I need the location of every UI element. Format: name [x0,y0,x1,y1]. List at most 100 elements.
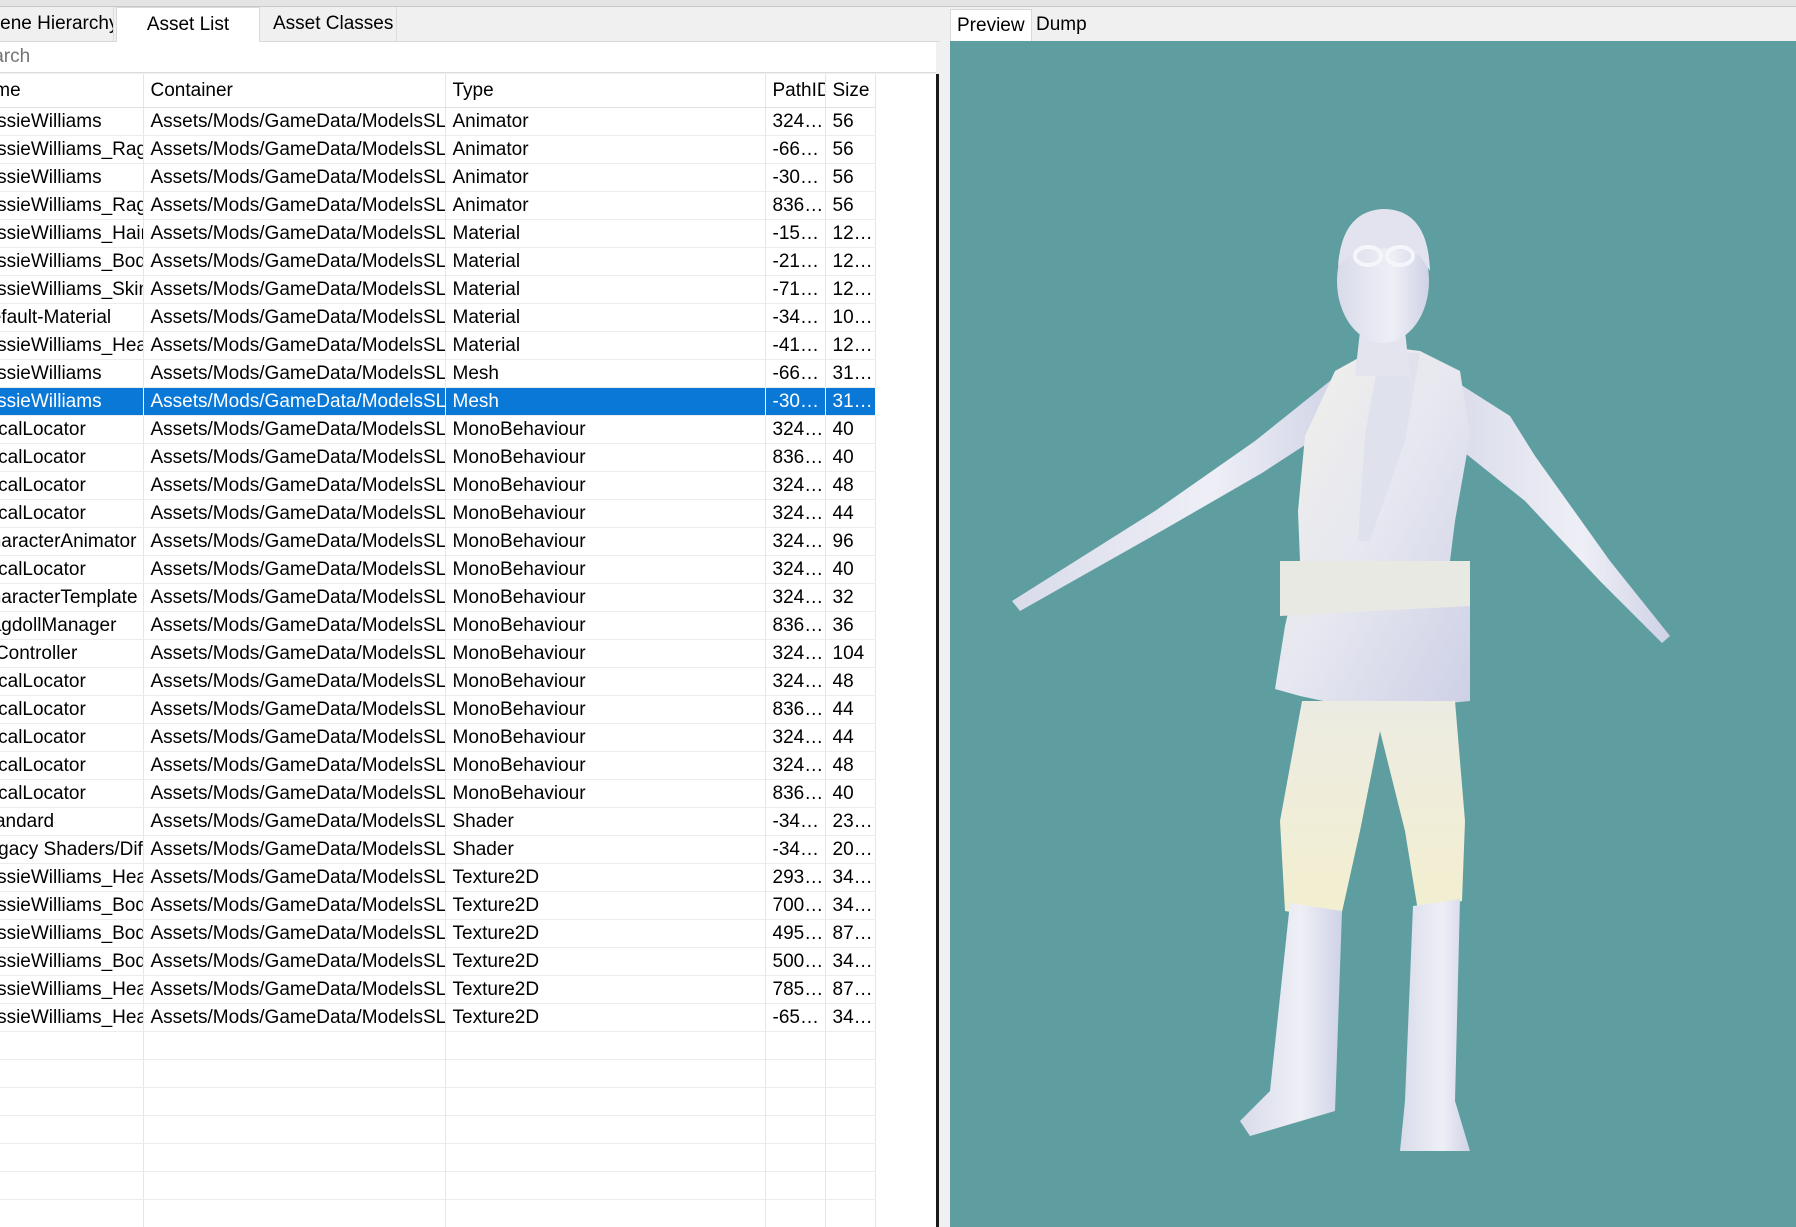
cell-name: CharacterTemplate [0,583,144,612]
table-row[interactable]: LocalLocatorAssets/Mods/GameData/ModelsS… [0,499,876,528]
cell-path-id: 324… [765,583,826,612]
table-row[interactable]: CharacterTemplateAssets/Mods/GameData/Mo… [0,583,876,612]
tab-preview[interactable]: Preview [950,9,1032,41]
table-row[interactable]: JessieWilliamsAssets/Mods/GameData/Model… [0,387,876,416]
empty-cell [765,1199,826,1227]
cell-container: Assets/Mods/GameData/ModelsSLOD [143,863,446,892]
cell-size: 48 [825,471,876,500]
table-row[interactable]: JessieWilliams_BodyAssets/Mods/GameData/… [0,919,876,948]
cell-type: MonoBehaviour [445,723,766,752]
cell-name: CharacterAnimator [0,527,144,556]
cell-path-id: -30… [765,163,826,192]
table-row[interactable]: JessieWilliams_BodyAssets/Mods/GameData/… [0,247,876,276]
cell-size: 96 [825,527,876,556]
table-row[interactable]: JessieWilliams_HeadAssets/Mods/GameData/… [0,1003,876,1032]
cell-size: 40 [825,555,876,584]
cell-type: Texture2D [445,919,766,948]
empty-cell [143,1059,446,1088]
table-row[interactable]: RagdollManagerAssets/Mods/GameData/Model… [0,611,876,640]
cell-container: Assets/Mods/GameData/ModelsSLOD [143,303,446,332]
cell-size: 23… [825,807,876,836]
preview-viewport[interactable] [950,41,1796,1227]
empty-cell [445,1171,766,1200]
cell-size: 87… [825,919,876,948]
cell-type: MonoBehaviour [445,583,766,612]
cell-size: 44 [825,723,876,752]
table-row[interactable]: JessieWilliams_HairAssets/Mods/GameData/… [0,219,876,248]
column-header-size[interactable]: Size [825,74,876,108]
asset-list-panel: Scene Hierarchy Asset List Asset Classes… [0,7,940,1227]
table-row[interactable]: JessieWilliamsAssets/Mods/GameData/Model… [0,359,876,388]
cell-container: Assets/Mods/GameData/ModelsSLOD [143,723,446,752]
table-row[interactable]: Legacy Shaders/DiffuseAssets/Mods/GameDa… [0,835,876,864]
cell-type: Material [445,275,766,304]
cell-path-id: 836… [765,191,826,220]
table-row[interactable]: LocalLocatorAssets/Mods/GameData/ModelsS… [0,779,876,808]
tab-dump[interactable]: Dump [1030,9,1093,41]
cell-path-id: -30… [765,387,826,416]
cell-size: 12… [825,275,876,304]
cell-size: 36 [825,611,876,640]
cell-size: 87… [825,975,876,1004]
panel-splitter[interactable] [940,7,950,1227]
table-row[interactable]: JessieWilliams_RagdollAssets/Mods/GameDa… [0,135,876,164]
cell-type: MonoBehaviour [445,415,766,444]
cell-name: JessieWilliams [0,163,144,192]
tab-asset-list[interactable]: Asset List [116,7,260,43]
table-row[interactable]: JessieWilliamsAssets/Mods/GameData/Model… [0,107,876,136]
cell-name: LocalLocator [0,695,144,724]
cell-container: Assets/Mods/GameData/ModelsSLOD [143,527,446,556]
table-row[interactable]: LocalLocatorAssets/Mods/GameData/ModelsS… [0,555,876,584]
tab-asset-classes[interactable]: Asset Classes [261,7,397,41]
cell-size: 104 [825,639,876,668]
empty-cell [0,1143,144,1172]
table-row[interactable]: LocalLocatorAssets/Mods/GameData/ModelsS… [0,695,876,724]
preview-panel: Preview Dump [950,7,1796,1227]
cell-name: JessieWilliams_Ragdoll [0,135,144,164]
cell-path-id: 836… [765,779,826,808]
tab-scene-hierarchy[interactable]: Scene Hierarchy [0,7,114,41]
cell-container: Assets/Mods/GameData/ModelsSLOD [143,359,446,388]
cell-container: Assets/Mods/GameData/ModelsSLOD [143,415,446,444]
column-header-pathid[interactable]: PathID [765,74,826,108]
cell-name: JessieWilliams_Ragdoll [0,191,144,220]
table-row[interactable]: JessieWilliams_HeadAssets/Mods/GameData/… [0,331,876,360]
empty-cell [445,1143,766,1172]
column-header-name[interactable]: Name [0,74,144,108]
table-row[interactable]: IKControllerAssets/Mods/GameData/ModelsS… [0,639,876,668]
table-row[interactable]: JessieWilliams_BodyAssets/Mods/GameData/… [0,947,876,976]
table-row[interactable]: JessieWilliams_SkinAssets/Mods/GameData/… [0,275,876,304]
cell-path-id: 495… [765,919,826,948]
column-header-type[interactable]: Type [445,74,766,108]
cell-container: Assets/Mods/GameData/ModelsSLOD [143,751,446,780]
table-row[interactable]: LocalLocatorAssets/Mods/GameData/ModelsS… [0,667,876,696]
table-row[interactable]: LocalLocatorAssets/Mods/GameData/ModelsS… [0,723,876,752]
column-header-container[interactable]: Container [143,74,446,108]
table-row[interactable]: StandardAssets/Mods/GameData/ModelsSLODS… [0,807,876,836]
cell-path-id: -34… [765,303,826,332]
table-row[interactable]: JessieWilliams_RagdollAssets/Mods/GameDa… [0,191,876,220]
search-input[interactable] [0,42,930,72]
empty-row [0,1199,876,1227]
cell-name: JessieWilliams_Body [0,247,144,276]
cell-type: Shader [445,807,766,836]
table-row[interactable]: LocalLocatorAssets/Mods/GameData/ModelsS… [0,415,876,444]
cell-container: Assets/Mods/GameData/ModelsSLOD [143,387,446,416]
table-row[interactable]: JessieWilliams_HeadAssets/Mods/GameData/… [0,975,876,1004]
table-row[interactable]: LocalLocatorAssets/Mods/GameData/ModelsS… [0,471,876,500]
table-row[interactable]: JessieWilliams_BodyAssets/Mods/GameData/… [0,891,876,920]
cell-type: Material [445,331,766,360]
cell-name: JessieWilliams_Head [0,863,144,892]
table-row[interactable]: JessieWilliams_HeadAssets/Mods/GameData/… [0,863,876,892]
table-row[interactable]: CharacterAnimatorAssets/Mods/GameData/Mo… [0,527,876,556]
table-row[interactable]: Default-MaterialAssets/Mods/GameData/Mod… [0,303,876,332]
cell-path-id: 324… [765,639,826,668]
table-row[interactable]: LocalLocatorAssets/Mods/GameData/ModelsS… [0,443,876,472]
table-row[interactable]: LocalLocatorAssets/Mods/GameData/ModelsS… [0,751,876,780]
cell-path-id: 785… [765,975,826,1004]
search-bar [0,42,936,73]
cell-container: Assets/Mods/GameData/ModelsSLOD [143,107,446,136]
table-row[interactable]: JessieWilliamsAssets/Mods/GameData/Model… [0,163,876,192]
cell-path-id: 500… [765,947,826,976]
table-header-row: Name Container Type PathID Size [0,74,876,108]
